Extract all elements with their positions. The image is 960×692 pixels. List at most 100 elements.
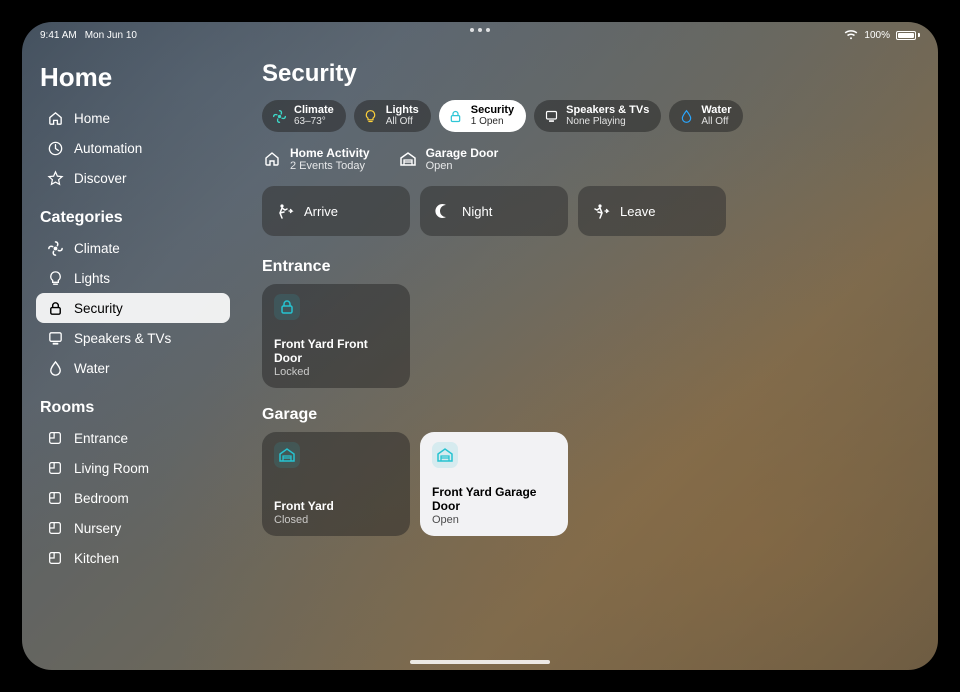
status-bar: 9:41 AM Mon Jun 10 100% — [22, 22, 938, 44]
room-icon — [46, 460, 64, 476]
drop-icon — [677, 107, 695, 125]
lock-icon — [274, 294, 300, 320]
moon-icon — [434, 202, 452, 220]
device-icon — [46, 330, 64, 347]
sidebar-item-label: Speakers & TVs — [74, 331, 171, 346]
sidebar-item-label: Security — [74, 301, 123, 316]
sidebar-item-security[interactable]: Security — [36, 293, 230, 323]
sidebar-header-rooms: Rooms — [40, 399, 226, 417]
fan-icon — [270, 107, 288, 125]
wifi-icon — [844, 30, 858, 40]
sidebar-item-discover[interactable]: Discover — [36, 163, 230, 193]
room-icon — [46, 520, 64, 536]
sidebar-item-speakers-tvs[interactable]: Speakers & TVs — [36, 323, 230, 353]
sidebar-item-label: Nursery — [74, 521, 121, 536]
tile-subtitle: Closed — [274, 514, 398, 526]
tile-front-yard-garage-door[interactable]: Front Yard Garage Door Open — [420, 432, 568, 536]
scene-label: Arrive — [304, 204, 338, 219]
lock-icon — [447, 107, 465, 125]
page-title: Security — [262, 60, 908, 88]
pill-subtitle: 63–73° — [294, 117, 334, 128]
sidebar-item-label: Automation — [74, 141, 142, 156]
sidebar-item-entrance[interactable]: Entrance — [36, 423, 230, 453]
tablet-frame: 9:41 AM Mon Jun 10 100% Home — [0, 0, 960, 692]
pill-title: Climate — [294, 105, 334, 117]
sidebar-item-climate[interactable]: Climate — [36, 233, 230, 263]
sidebar-item-home[interactable]: Home — [36, 103, 230, 133]
scene-leave[interactable]: Leave — [578, 186, 726, 236]
arrive-icon — [276, 202, 294, 220]
pill-title: Water — [701, 105, 731, 117]
sidebar-item-label: Lights — [74, 271, 110, 286]
sidebar-item-automation[interactable]: Automation — [36, 133, 230, 163]
scene-label: Night — [462, 204, 492, 219]
battery-icon — [896, 31, 920, 40]
sidebar-item-label: Bedroom — [74, 491, 129, 506]
scene-night[interactable]: Night — [420, 186, 568, 236]
star-icon — [46, 170, 64, 187]
pill-climate[interactable]: Climate 63–73° — [262, 100, 346, 132]
bulb-icon — [46, 270, 64, 287]
home-indicator[interactable] — [410, 660, 550, 664]
garage-icon — [398, 150, 418, 168]
status-info-row: Home Activity 2 Events Today Garage Door… — [262, 146, 908, 172]
tile-subtitle: Open — [432, 514, 556, 526]
tile-row-entrance: Front Yard Front Door Locked — [262, 284, 908, 388]
screen: 9:41 AM Mon Jun 10 100% Home — [22, 22, 938, 670]
scene-label: Leave — [620, 204, 655, 219]
tile-front-yard[interactable]: Front Yard Closed — [262, 432, 410, 536]
fan-icon — [46, 240, 64, 257]
sidebar-item-label: Living Room — [74, 461, 149, 476]
sidebar-item-nursery[interactable]: Nursery — [36, 513, 230, 543]
sidebar-item-water[interactable]: Water — [36, 353, 230, 383]
tile-title: Front Yard — [274, 500, 398, 514]
tile-front-yard-front-door[interactable]: Front Yard Front Door Locked — [262, 284, 410, 388]
drop-icon — [46, 360, 64, 377]
house-icon — [262, 150, 282, 168]
sidebar-item-label: Kitchen — [74, 551, 119, 566]
scene-arrive[interactable]: Arrive — [262, 186, 410, 236]
tile-title: Front Yard Garage Door — [432, 486, 556, 514]
pill-subtitle: All Off — [701, 117, 731, 128]
tile-title: Front Yard Front Door — [274, 338, 398, 366]
app-title: Home — [40, 62, 226, 93]
info-garage-door[interactable]: Garage Door Open — [398, 146, 499, 172]
bulb-icon — [362, 107, 380, 125]
pill-subtitle: All Off — [386, 117, 419, 128]
sidebar-item-bedroom[interactable]: Bedroom — [36, 483, 230, 513]
pill-water[interactable]: Water All Off — [669, 100, 743, 132]
pill-title: Lights — [386, 105, 419, 117]
sidebar-item-lights[interactable]: Lights — [36, 263, 230, 293]
tile-row-garage: Front Yard Closed Front Yard Garage Door… — [262, 432, 908, 536]
sidebar-item-kitchen[interactable]: Kitchen — [36, 543, 230, 573]
sidebar-item-living-room[interactable]: Living Room — [36, 453, 230, 483]
info-home-activity[interactable]: Home Activity 2 Events Today — [262, 146, 370, 172]
sidebar-item-label: Discover — [74, 171, 127, 186]
pill-title: Security — [471, 105, 514, 117]
pill-security[interactable]: Security 1 Open — [439, 100, 526, 132]
device-icon — [542, 107, 560, 125]
room-icon — [46, 430, 64, 446]
sidebar: Home Home Automation Discover Categories… — [22, 44, 238, 670]
tile-subtitle: Locked — [274, 366, 398, 378]
room-icon — [46, 550, 64, 566]
garage-icon — [274, 442, 300, 468]
pill-title: Speakers & TVs — [566, 105, 649, 117]
leave-icon — [592, 202, 610, 220]
category-pill-row: Climate 63–73° Lights All Off Security 1… — [262, 100, 908, 132]
garage-icon — [432, 442, 458, 468]
pill-lights[interactable]: Lights All Off — [354, 100, 431, 132]
sidebar-header-categories: Categories — [40, 209, 226, 227]
pill-subtitle: None Playing — [566, 117, 649, 128]
scene-row: Arrive Night Leave — [262, 186, 908, 236]
sidebar-item-label: Climate — [74, 241, 120, 256]
section-title-entrance: Entrance — [262, 258, 908, 276]
multitask-dots-icon[interactable] — [470, 28, 490, 32]
sidebar-item-label: Water — [74, 361, 110, 376]
pill-subtitle: 1 Open — [471, 117, 514, 128]
status-date: Mon Jun 10 — [85, 30, 137, 41]
sidebar-item-label: Entrance — [74, 431, 128, 446]
pill-speakers-tvs[interactable]: Speakers & TVs None Playing — [534, 100, 661, 132]
lock-icon — [46, 300, 64, 317]
info-title: Home Activity — [290, 146, 370, 160]
